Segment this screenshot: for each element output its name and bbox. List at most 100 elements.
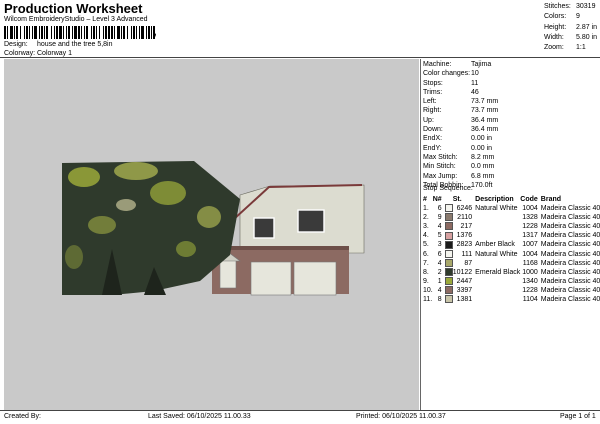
barcode-bar <box>46 26 48 39</box>
color-swatch <box>444 240 453 249</box>
row-index: 3. <box>423 223 429 231</box>
thread-brand: Madeira Classic 40 <box>540 223 600 231</box>
barcode <box>4 26 155 39</box>
barcode-bar <box>141 26 144 39</box>
barcode-bar <box>66 26 67 39</box>
barcode-bar <box>121 26 122 39</box>
stop-sequence-row: 3. 4 217 1228 Madeira Classic 40 <box>423 222 600 231</box>
spec-label: Max Stitch: <box>423 153 458 161</box>
color-swatch <box>444 258 453 267</box>
stop-sequence-table: # N# St. Description Code Brand 1. 6 6246 N… <box>423 195 600 304</box>
thread-description: Natural White <box>475 205 518 213</box>
col-header-brand: Brand <box>540 196 562 203</box>
stitch-count: 2110 <box>457 214 473 222</box>
barcode-bar <box>4 26 6 39</box>
thread-brand: Madeira Classic 40 <box>540 250 600 258</box>
color-number: 6 <box>437 205 442 213</box>
row-index: 4. <box>423 232 429 240</box>
color-number: 4 <box>437 259 442 267</box>
color-swatch-cell <box>444 249 453 259</box>
stat-value: 5.80 in <box>576 33 598 41</box>
stitch-count: 1376 <box>456 232 473 240</box>
barcode-bar <box>139 26 140 39</box>
barcode-bar <box>44 26 45 39</box>
col-header-swatch <box>445 195 453 204</box>
spec-row: Right: 73.7 mm <box>423 106 498 115</box>
barcode-bar <box>111 26 113 39</box>
barcode-bar <box>86 26 88 39</box>
spec-row: Machine: Tajima <box>423 60 491 69</box>
spec-value: 0.00 in <box>471 135 493 143</box>
color-swatch-cell <box>444 295 453 304</box>
color-number: 2 <box>437 268 442 276</box>
thread-description <box>475 231 520 240</box>
barcode-bar <box>103 26 104 39</box>
thread-description <box>475 222 520 231</box>
stitch-count: 111 <box>461 250 473 258</box>
spec-label: Down: <box>423 126 443 134</box>
spec-row: Left: 73.7 mm <box>423 97 498 106</box>
barcode-bar <box>32 26 33 39</box>
created-by: Created By: <box>4 413 41 420</box>
barcode-bar <box>78 26 80 39</box>
stop-sequence-row: 5. 3 2823 Amber Black 1007 Madeira Classic 40 <box>423 240 600 249</box>
barcode-bar <box>51 26 52 39</box>
barcode-bar <box>148 26 150 39</box>
barcode-bar <box>136 26 137 39</box>
design-preview <box>4 59 419 410</box>
thread-brand: Madeira Classic 40 <box>540 232 600 240</box>
printed-date: Printed: 06/10/2025 11.00.37 <box>356 413 446 420</box>
thread-code: 1104 <box>522 296 538 304</box>
stat-label: Stitches: <box>544 3 571 10</box>
spec-row: Max Stitch: 8.2 mm <box>423 153 494 162</box>
thread-description: Emerald Black <box>475 268 521 276</box>
row-index: 10. <box>423 286 433 294</box>
stop-sequence-row: 7. 4 87 1168 Madeira Classic 40 <box>423 258 600 268</box>
barcode-bar <box>10 26 13 39</box>
stop-sequence-row: 8. 2 10122 Emerald Black 1000 Madeira Classic… <box>423 267 600 277</box>
thread-brand: Madeira Classic 40 <box>540 205 600 213</box>
stat-value: 9 <box>576 13 580 21</box>
page-title: Production Worksheet <box>4 1 143 16</box>
color-swatch-cell <box>444 267 453 277</box>
barcode-bar <box>114 26 115 39</box>
spec-value: 8.2 mm <box>471 153 495 161</box>
thread-description <box>475 295 520 304</box>
spec-value: 6.8 mm <box>471 172 495 180</box>
color-number: 8 <box>437 296 442 304</box>
design-value: house and the tree 5,8in <box>37 41 113 48</box>
thread-brand: Madeira Classic 40 <box>540 277 600 285</box>
thread-code: 1168 <box>522 259 538 267</box>
spec-value: 46 <box>471 88 479 96</box>
barcode-bar <box>29 26 30 39</box>
barcode-bar <box>63 26 64 39</box>
barcode-bar <box>131 26 132 39</box>
last-saved: Last Saved: 06/10/2025 11.00.33 <box>148 413 251 420</box>
color-swatch-cell <box>444 258 453 268</box>
thread-description: Amber Black <box>475 241 515 249</box>
barcode-bar <box>99 26 100 39</box>
barcode-bar <box>72 26 73 39</box>
spec-value: 0.00 in <box>471 144 493 152</box>
stat-row: Colors: 9 <box>544 12 580 22</box>
col-header-description: Description <box>475 196 514 203</box>
col-header-stitches: St. <box>452 196 462 203</box>
barcode-bar <box>14 26 15 39</box>
row-index: 6. <box>423 250 429 258</box>
col-header-index: # <box>423 196 427 203</box>
stop-sequence-row: 10. 4 3397 1228 Madeira Classic 40 <box>423 286 600 295</box>
barcode-bar <box>151 26 152 39</box>
stitch-count: 3397 <box>456 286 473 294</box>
barcode-bar <box>20 26 21 39</box>
color-number: 5 <box>437 232 442 240</box>
color-number: 4 <box>437 286 442 294</box>
spec-label: Stops: <box>423 79 443 87</box>
stat-row: Zoom: 1:1 <box>544 43 586 53</box>
color-swatch-cell <box>444 286 453 295</box>
color-number: 1 <box>437 277 442 285</box>
stop-sequence-header-row: # N# St. Description Code Brand <box>423 195 600 204</box>
spec-label: Right: <box>423 107 442 115</box>
color-swatch-cell <box>444 204 453 213</box>
stats-block: Stitches: 30319 Colors: 9 Height: 2.87 in Widt… <box>544 2 597 53</box>
barcode-bar <box>24 26 25 39</box>
